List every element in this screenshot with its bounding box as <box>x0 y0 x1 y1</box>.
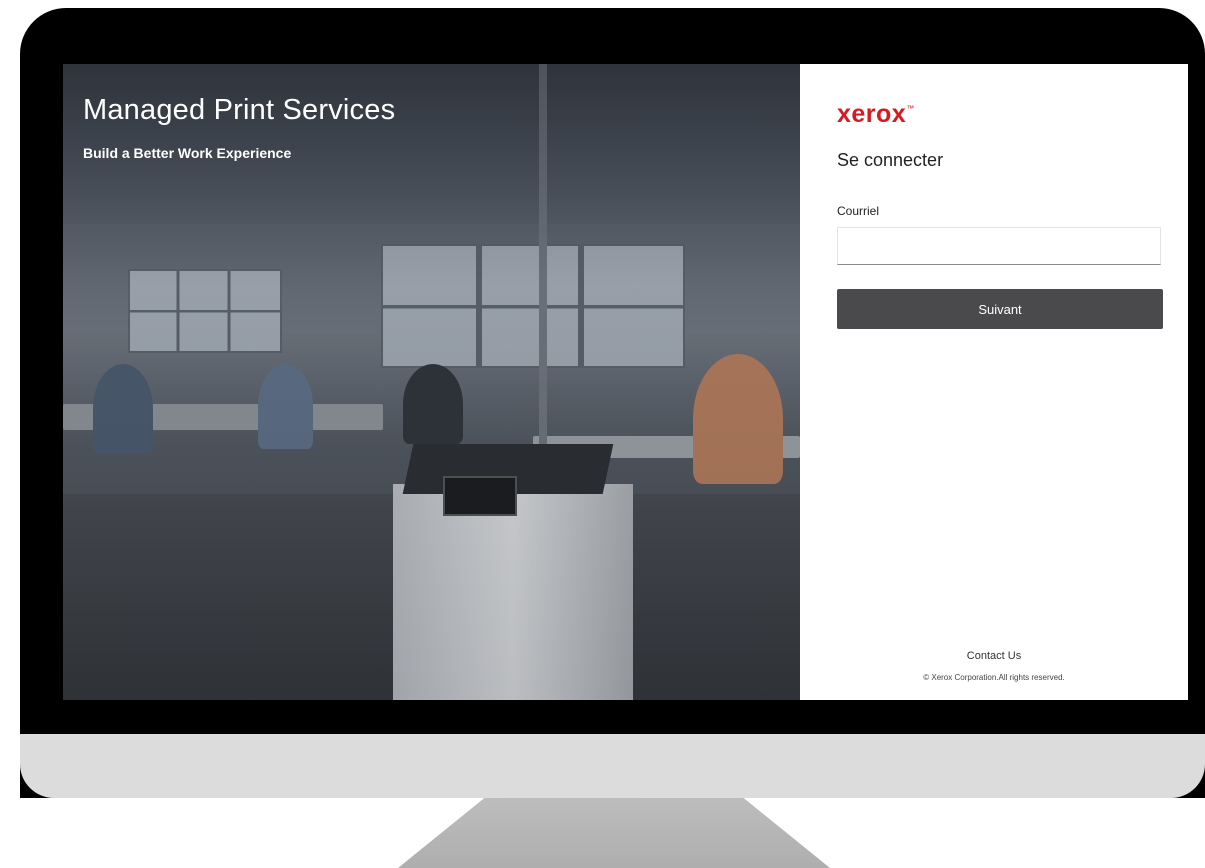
contact-us-link[interactable]: Contact Us <box>800 650 1188 662</box>
monitor-chin <box>20 734 1205 798</box>
xerox-logo: xerox™ <box>837 100 915 129</box>
email-label: Courriel <box>837 204 880 218</box>
signin-heading: Se connecter <box>837 150 944 170</box>
email-input[interactable] <box>837 227 1161 265</box>
logo-text: xerox <box>837 100 907 128</box>
monitor-stand <box>398 798 830 868</box>
hero-subtitle: Build a Better Work Experience <box>83 145 292 161</box>
hero-title: Managed Print Services <box>83 94 396 126</box>
next-button[interactable]: Suivant <box>837 289 1163 329</box>
trademark-mark: ™ <box>906 104 915 113</box>
copyright-text: © Xerox Corporation.All rights reserved. <box>923 673 1065 682</box>
office-hero-image: Managed Print Services Build a Better Wo… <box>63 64 800 700</box>
monitor-screen: Managed Print Services Build a Better Wo… <box>63 64 1188 700</box>
login-panel: xerox™ Se connecter Courriel Suivant Con… <box>800 64 1188 700</box>
